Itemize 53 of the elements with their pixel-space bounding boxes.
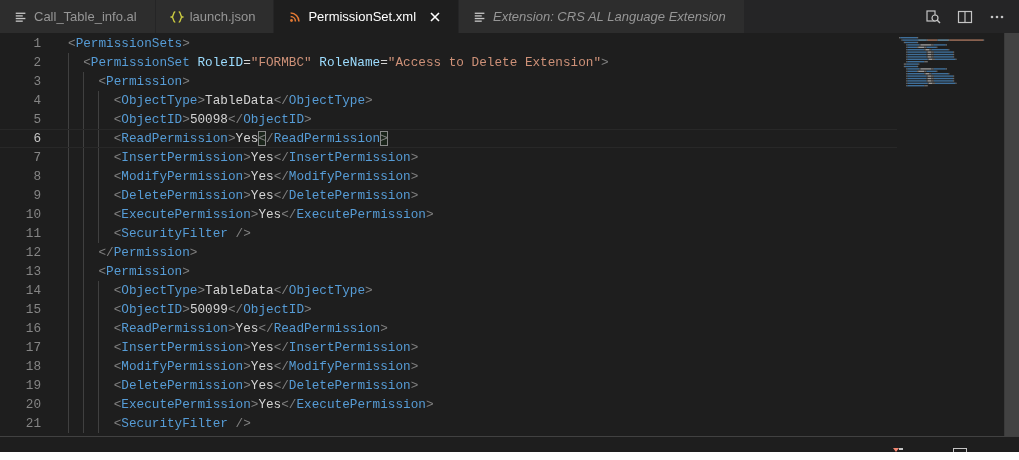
line-number: 13 — [24, 263, 41, 281]
line-number: 1 — [32, 35, 41, 53]
line-number: 5 — [32, 111, 41, 129]
code-line: <SecurityFilter /> — [113, 415, 251, 433]
line-number: 20 — [24, 396, 41, 414]
split-editor-icon[interactable] — [957, 8, 973, 25]
scrollbar[interactable] — [1004, 33, 1019, 436]
code-line: <ExecutePermission>Yes</ExecutePermission> — [113, 206, 434, 224]
line-number: 11 — [24, 225, 41, 243]
line-number: 10 — [24, 206, 41, 224]
code-line: <Permission> — [98, 73, 190, 91]
line-number: 15 — [24, 301, 41, 319]
line-number: 4 — [32, 92, 41, 110]
editor-tab[interactable]: Extension: CRS AL Language Extension — [459, 0, 745, 33]
line-number: 3 — [32, 73, 41, 91]
code-line: <InsertPermission>Yes</InsertPermission> — [113, 149, 419, 167]
code-line: <ModifyPermission>Yes</ModifyPermission> — [113, 168, 419, 186]
code-line: <PermissionSet RoleID="FORMBC" RoleName="Access to Delete Extension"> — [83, 54, 609, 72]
braces-icon — [169, 9, 184, 24]
error-icon[interactable] — [893, 448, 903, 452]
feed-icon — [288, 9, 303, 24]
code-line: <ObjectID>50099</ObjectID> — [113, 301, 312, 319]
line-number: 21 — [24, 415, 41, 433]
code-line: </Permission> — [98, 244, 198, 262]
line-number: 17 — [24, 339, 41, 357]
code-line: <ObjectType>TableData</ObjectType> — [113, 282, 373, 300]
code-line: <SecurityFilter /> — [113, 225, 251, 243]
code-line: <ObjectID>50098</ObjectID> — [113, 111, 312, 129]
code-line: <ObjectType>TableData</ObjectType> — [113, 92, 373, 110]
code-line: <Permission> — [98, 263, 190, 281]
line-number: 12 — [24, 244, 41, 262]
line-number: 2 — [32, 54, 41, 72]
line-number: 9 — [32, 187, 41, 205]
code-line: <DeletePermission>Yes</DeletePermission> — [113, 187, 419, 205]
panel-icon[interactable] — [953, 448, 967, 452]
line-number: 18 — [24, 358, 41, 376]
editor-tab[interactable]: Call_Table_info.al — [0, 0, 156, 33]
code-line: <PermissionSets> — [68, 35, 190, 53]
code-line: <ReadPermission>Yes</ReadPermission> — [113, 320, 388, 338]
line-number: 14 — [24, 282, 41, 300]
editor-tab[interactable]: launch.json — [155, 0, 275, 33]
editor-tab[interactable]: PermissionSet.xml — [274, 0, 460, 33]
compare-icon[interactable] — [925, 8, 941, 25]
code-line: <InsertPermission>Yes</InsertPermission> — [113, 339, 419, 357]
line-number: 6 — [32, 130, 41, 147]
line-number: 8 — [32, 168, 41, 186]
line-number: 19 — [24, 377, 41, 395]
code-line: <DeletePermission>Yes</DeletePermission> — [113, 377, 419, 395]
code-line: <ModifyPermission>Yes</ModifyPermission> — [113, 358, 419, 376]
line-number: 16 — [24, 320, 41, 338]
line-number: 7 — [32, 149, 41, 167]
close-icon[interactable] — [430, 11, 441, 22]
code-line: <ExecutePermission>Yes</ExecutePermission> — [113, 396, 434, 414]
